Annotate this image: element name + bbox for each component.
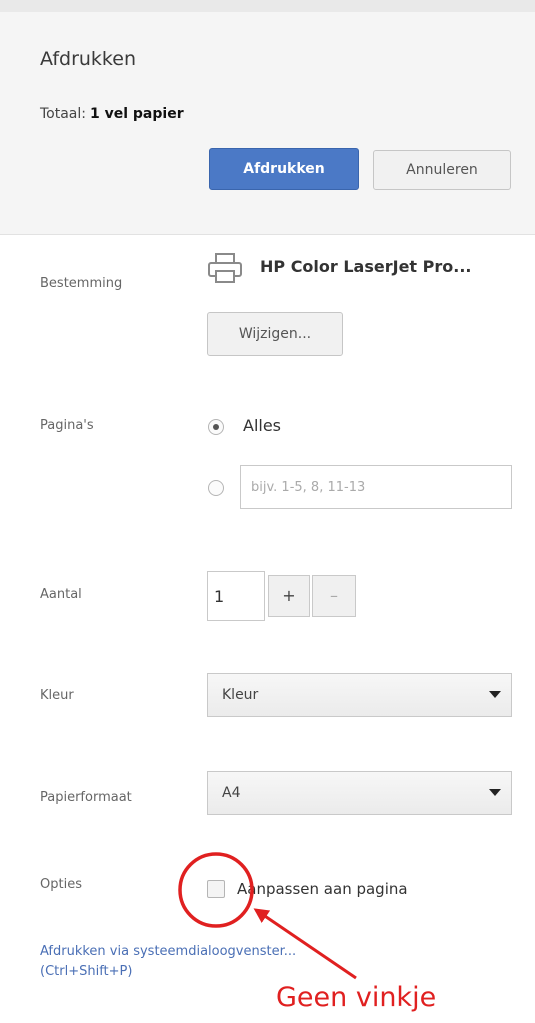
pages-all-radio[interactable] [208,419,224,435]
system-dialog-link-shortcut: (Ctrl+Shift+P) [40,964,133,979]
system-dialog-link-text: Afdrukken via systeemdialoogvenster... [40,944,297,959]
page-title: Afdrukken [40,48,136,70]
copies-input[interactable] [207,571,265,621]
copies-increment-button[interactable]: + [268,575,310,617]
paper-size-select[interactable]: A4 [207,771,512,815]
print-header: Afdrukken Totaal: 1 vel papier [0,12,535,235]
change-destination-button[interactable]: Wijzigen... [207,312,343,356]
paper-size-label: Papierformaat [40,790,132,805]
copies-decrement-button[interactable]: – [312,575,356,617]
color-select-value: Kleur [222,687,259,703]
total-summary: Totaal: 1 vel papier [40,106,184,122]
options-label: Opties [40,877,82,892]
paper-size-select-value: A4 [222,785,241,801]
print-button[interactable]: Afdrukken [209,148,359,190]
color-select[interactable]: Kleur [207,673,512,717]
pages-label: Pagina's [40,418,94,433]
cancel-button[interactable]: Annuleren [373,150,511,190]
pages-all-label: Alles [243,416,282,435]
annotation-text: Geen vinkje [276,982,437,1013]
system-dialog-link[interactable]: Afdrukken via systeemdialoogvenster... (… [40,942,460,982]
printer-icon [208,253,242,283]
chevron-down-icon [489,789,501,796]
pages-custom-input[interactable] [240,465,512,509]
top-bar [0,0,535,12]
total-label: Totaal: [40,106,86,122]
chevron-down-icon [489,691,501,698]
copies-label: Aantal [40,587,82,602]
pages-custom-radio[interactable] [208,480,224,496]
destination-label: Bestemming [40,276,123,291]
fit-to-page-label: Aanpassen aan pagina [237,880,408,898]
total-value: 1 vel papier [90,106,184,122]
fit-to-page-checkbox[interactable] [207,880,225,898]
printer-name: HP Color LaserJet Pro... [260,257,472,276]
color-label: Kleur [40,688,74,703]
